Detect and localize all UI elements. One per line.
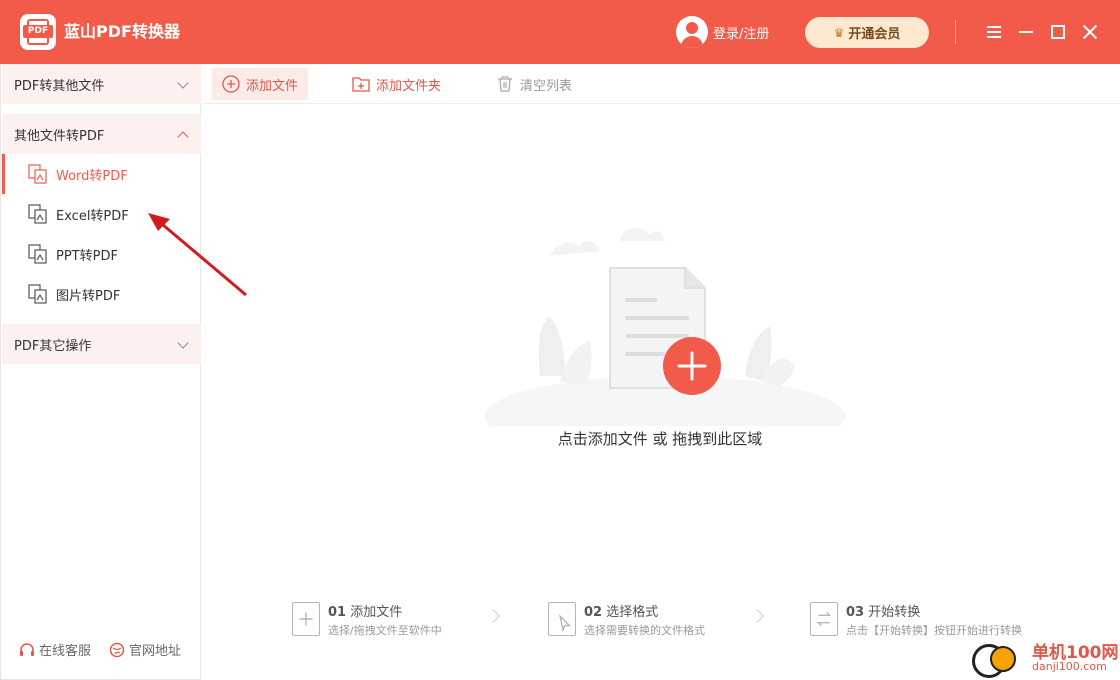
add-circle-icon xyxy=(222,75,240,93)
app-title: 蓝山PDF转换器 xyxy=(64,22,180,41)
section-pdf-to-other[interactable]: PDF转其他文件 xyxy=(2,64,201,104)
crown-icon: ♛ xyxy=(833,25,845,40)
globe-icon xyxy=(109,642,125,657)
section-label: PDF转其他文件 xyxy=(14,78,105,94)
image-file-icon xyxy=(28,284,47,304)
word-file-icon xyxy=(28,164,47,184)
watermark-url: danji100.com xyxy=(1032,660,1107,673)
app-logo-text: PDF xyxy=(23,25,53,38)
drop-hint-text[interactable]: 点击添加文件 或 拖拽到此区域 xyxy=(460,428,860,449)
online-support-link[interactable]: 在线客服 xyxy=(19,640,91,659)
site-watermark: 单机100网 danji100.com xyxy=(970,636,1120,680)
minimize-icon[interactable] xyxy=(1014,20,1038,44)
cursor-document-icon xyxy=(548,602,576,636)
chevron-right-icon xyxy=(485,608,501,624)
official-website-label: 官网地址 xyxy=(129,644,182,659)
add-file-button[interactable]: 添加文件 xyxy=(212,68,309,100)
watermark-logo-icon xyxy=(990,646,1016,672)
convert-document-icon xyxy=(810,602,838,636)
vip-button[interactable]: ♛ 开通会员 xyxy=(805,17,929,48)
add-file-label: 添加文件 xyxy=(246,78,299,94)
add-folder-label: 添加文件夹 xyxy=(376,78,442,94)
add-folder-button[interactable]: 添加文件夹 xyxy=(342,68,451,100)
user-avatar-icon[interactable] xyxy=(676,16,708,48)
section-pdf-other-ops[interactable]: PDF其它操作 xyxy=(2,324,201,364)
step-title: 01 添加文件 xyxy=(328,605,403,620)
headset-icon xyxy=(20,642,34,656)
ppt-file-icon xyxy=(28,244,47,264)
trash-icon xyxy=(498,76,512,92)
maximize-icon[interactable] xyxy=(1046,20,1070,44)
add-document-icon xyxy=(292,602,320,636)
sidebar-item-word-to-pdf[interactable]: Word转PDF xyxy=(2,154,201,194)
step-desc: 选择/拖拽文件至软件中 xyxy=(328,624,442,637)
step-desc: 选择需要转换的文件格式 xyxy=(584,624,705,637)
chevron-up-icon xyxy=(177,131,189,143)
clear-list-button[interactable]: 清空列表 xyxy=(486,68,582,100)
excel-file-icon xyxy=(28,204,47,224)
sidebar-item-label: PPT转PDF xyxy=(56,248,118,264)
official-website-link[interactable]: 官网地址 xyxy=(109,640,181,659)
sidebar: PDF转其他文件 其他文件转PDF Word转PDF Excel转PDF PPT… xyxy=(0,64,201,680)
sidebar-item-label: 图片转PDF xyxy=(56,288,121,304)
toolbar: 添加文件 添加文件夹 清空列表 xyxy=(202,64,1120,104)
chevron-down-icon xyxy=(177,337,189,349)
app-logo-icon: PDF xyxy=(20,14,56,50)
title-divider xyxy=(955,20,956,44)
drop-zone-illustration[interactable] xyxy=(480,216,850,426)
section-label: PDF其它操作 xyxy=(14,338,92,354)
chevron-right-icon xyxy=(749,608,765,624)
menu-icon[interactable] xyxy=(982,20,1006,44)
section-label: 其他文件转PDF xyxy=(14,128,105,144)
login-register-link[interactable]: 登录/注册 xyxy=(713,23,769,42)
add-folder-icon xyxy=(352,77,370,92)
clear-list-label: 清空列表 xyxy=(520,78,573,94)
annotation-arrow xyxy=(148,213,247,297)
chevron-down-icon xyxy=(177,77,189,89)
step-title: 03 开始转换 xyxy=(846,605,921,620)
vip-button-label: 开通会员 xyxy=(848,27,901,42)
step-title: 02 选择格式 xyxy=(584,605,659,620)
title-bar: PDF 蓝山PDF转换器 登录/注册 ♛ 开通会员 xyxy=(0,0,1120,64)
sidebar-item-label: Excel转PDF xyxy=(56,208,129,224)
sidebar-item-label: Word转PDF xyxy=(56,168,128,184)
online-support-label: 在线客服 xyxy=(39,644,92,659)
close-icon[interactable] xyxy=(1078,20,1102,44)
section-other-to-pdf[interactable]: 其他文件转PDF xyxy=(2,114,201,154)
